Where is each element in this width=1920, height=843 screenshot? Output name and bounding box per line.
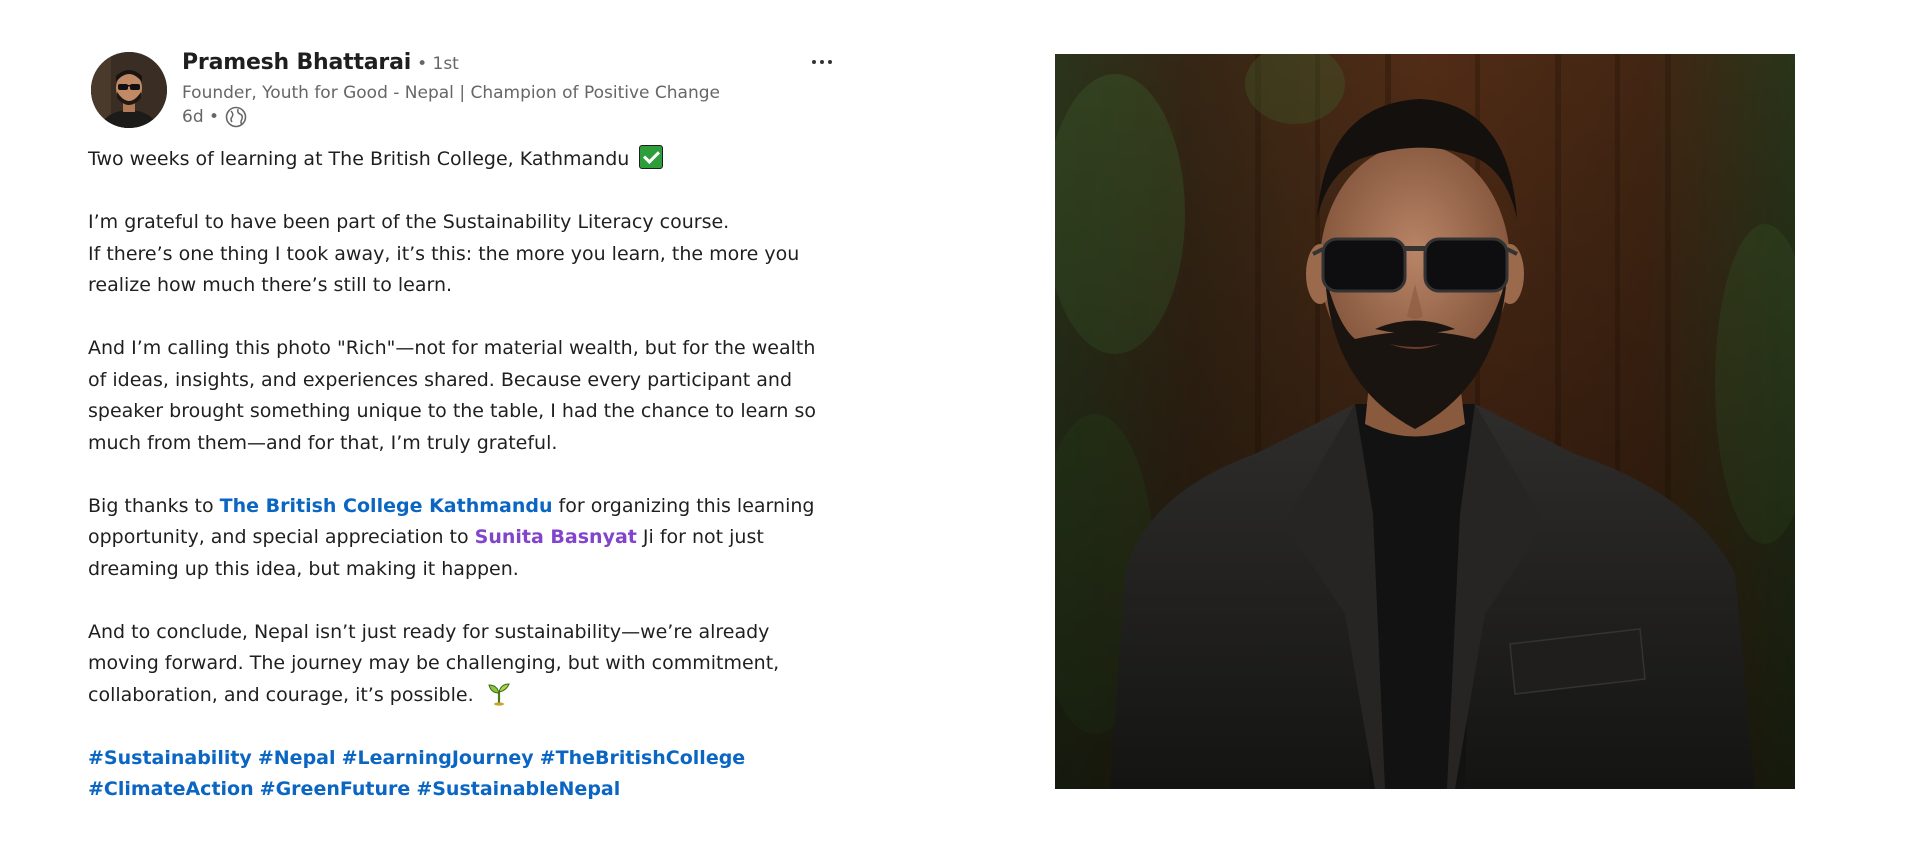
hashtag-link[interactable]: #Nepal (258, 747, 336, 769)
paragraph-5: And to conclude, Nepal isn’t just ready … (88, 617, 848, 712)
linkedin-post-view: Pramesh Bhattarai • 1st Founder, Youth f… (0, 0, 1920, 843)
seedling-emoji (486, 680, 512, 706)
hashtag-link[interactable]: #TheBritishCollege (540, 747, 745, 769)
body-text: Big thanks to (88, 494, 220, 517)
hashtag-link[interactable]: #GreenFuture (260, 778, 411, 800)
body-text: realize how much there’s still to learn. (88, 274, 453, 296)
paragraph-4: Big thanks to The British College Kathma… (88, 491, 848, 586)
body-text: moving forward. The journey may be chall… (88, 652, 780, 674)
hashtags: #Sustainability #Nepal #LearningJourney … (88, 743, 848, 806)
post-body: Two weeks of learning at The British Col… (88, 144, 848, 806)
author-line: Pramesh Bhattarai • 1st (182, 50, 742, 80)
author-name[interactable]: Pramesh Bhattarai (182, 50, 411, 75)
avatar-portrait (91, 52, 167, 128)
body-text: Ji for not just (636, 526, 764, 548)
body-text: Two weeks of learning at The British Col… (88, 148, 630, 170)
author-info: Pramesh Bhattarai • 1st Founder, Youth f… (182, 50, 742, 128)
post-card: Pramesh Bhattarai • 1st Founder, Youth f… (88, 50, 848, 800)
body-text: much from them—and for that, I’m truly g… (88, 431, 558, 454)
body-text: opportunity, and special appreciation to (88, 526, 475, 548)
paragraph-3: And I’m calling this photo "Rich"—not fo… (88, 333, 848, 459)
body-text: And I’m calling this photo "Rich"—not fo… (88, 337, 816, 359)
hashtag-link[interactable]: #Sustainability (88, 747, 252, 769)
post-header: Pramesh Bhattarai • 1st Founder, Youth f… (88, 50, 848, 142)
hashtag-row-2: #ClimateAction #GreenFuture #Sustainable… (88, 774, 848, 806)
body-text: of ideas, insights, and experiences shar… (88, 368, 793, 391)
body-text: for organizing this learning (552, 494, 815, 517)
hashtag-row-1: #Sustainability #Nepal #LearningJourney … (88, 743, 848, 775)
more-options-icon[interactable] (805, 52, 839, 72)
person-mention-link[interactable]: Sunita Basnyat (475, 526, 637, 548)
hashtag-link[interactable]: #LearningJourney (342, 747, 534, 769)
hashtag-link[interactable]: #SustainableNepal (416, 778, 620, 800)
author-headline: Founder, Youth for Good - Nepal | Champi… (182, 83, 720, 103)
post-time: 6d • (182, 107, 220, 127)
portrait-photo (1055, 54, 1795, 789)
body-text: collaboration, and courage, it’s possibl… (88, 683, 474, 706)
hashtag-link[interactable]: #ClimateAction (88, 778, 254, 800)
connection-degree: • 1st (417, 54, 459, 74)
paragraph-2: I’m grateful to have been part of the Su… (88, 207, 848, 302)
check-mark-button-emoji (639, 145, 664, 169)
body-text: And to conclude, Nepal isn’t just ready … (88, 620, 770, 643)
company-mention-link[interactable]: The British College Kathmandu (220, 495, 553, 517)
body-text: If there’s one thing I took away, it’s t… (88, 242, 800, 265)
post-meta: 6d • (182, 106, 742, 128)
body-text: dreaming up this idea, but making it hap… (88, 557, 519, 580)
post-photo[interactable] (1055, 54, 1795, 789)
paragraph-1: Two weeks of learning at The British Col… (88, 144, 848, 176)
author-avatar[interactable] (91, 52, 167, 128)
body-text: I’m grateful to have been part of the Su… (88, 211, 730, 233)
body-text: speaker brought something unique to the … (88, 400, 817, 422)
globe-icon (225, 106, 247, 128)
